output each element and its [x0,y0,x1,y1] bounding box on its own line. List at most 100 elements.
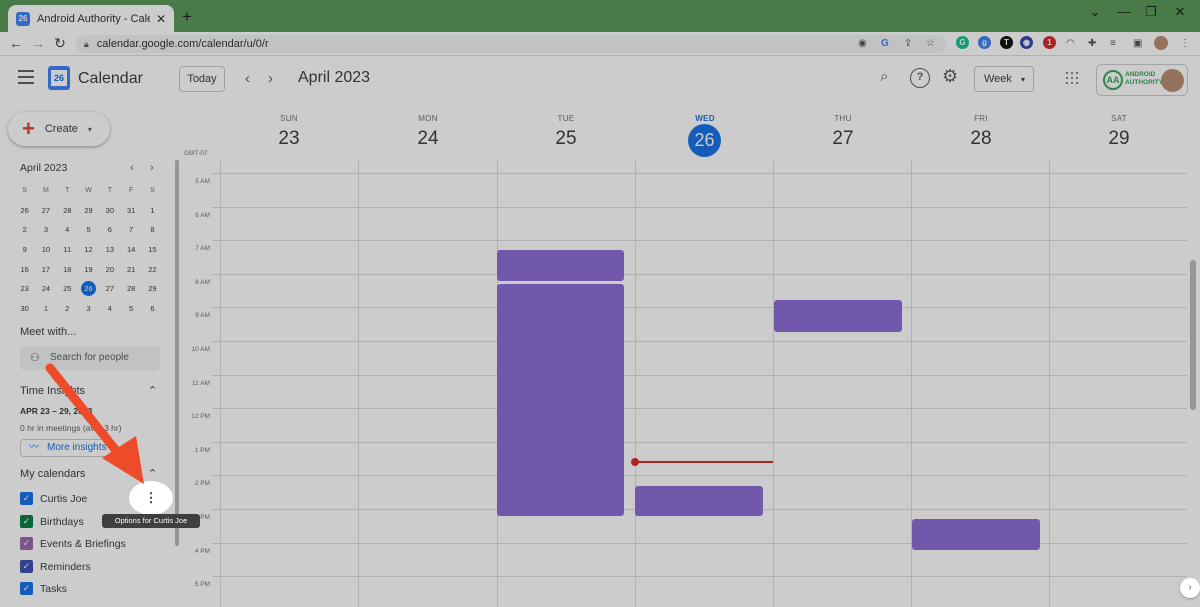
settings-gear-icon[interactable]: ⚙ [942,66,958,87]
mini-day[interactable]: 1 [142,201,163,221]
browser-menu-icon[interactable]: ⋮ [1180,38,1190,49]
checkbox-icon[interactable]: ✓ [20,537,33,550]
mini-day[interactable]: 27 [35,201,56,221]
calendar-event[interactable] [774,300,902,332]
mini-day[interactable]: 20 [99,260,120,280]
checkbox-icon[interactable]: ✓ [20,515,33,528]
mini-day[interactable]: 3 [78,299,99,319]
calendar-event[interactable] [635,486,763,516]
mini-day[interactable]: 31 [120,201,141,221]
google-icon[interactable]: G [881,38,889,49]
mini-day[interactable]: 2 [57,299,78,319]
account-switcher[interactable]: AA ANDROID AUTHORITY [1096,64,1188,96]
day-number[interactable]: 23 [249,128,329,150]
reading-list-icon[interactable]: ≡ [1110,38,1116,49]
main-menu-icon[interactable] [18,70,34,84]
mini-day[interactable]: 26 [14,201,35,221]
create-button[interactable]: + Create ▾ [8,112,110,146]
search-icon[interactable]: ⌕ [880,68,888,85]
day-number[interactable]: 29 [1079,128,1159,150]
grid-scrollbar[interactable] [1190,260,1196,410]
calendar-event[interactable] [912,519,1040,550]
calendar-logo-icon[interactable]: 26 [48,66,70,90]
mini-day[interactable]: 25 [57,279,78,299]
mini-day[interactable]: 22 [142,260,163,280]
new-tab-button[interactable]: + [182,8,192,25]
next-week-button[interactable]: › [268,70,273,87]
previous-week-button[interactable]: ‹ [245,70,250,87]
mini-day[interactable]: 30 [14,299,35,319]
today-button[interactable]: Today [179,66,225,92]
ext-red-icon[interactable]: 1 [1043,36,1056,49]
checkbox-icon[interactable]: ✓ [20,492,33,505]
ext-arc-icon[interactable]: ◠ [1066,38,1075,49]
view-selector[interactable]: Week ▾ [974,66,1034,92]
checkbox-icon[interactable]: ✓ [20,560,33,573]
mini-day[interactable]: 2 [14,220,35,240]
mini-day[interactable]: 29 [142,279,163,299]
ext-t-icon[interactable]: T [1000,36,1013,49]
tab-search-icon[interactable]: ⌄ [1083,4,1107,20]
close-tab-icon[interactable]: ✕ [156,12,166,26]
calendar-item[interactable]: ✓ Events & Briefings [20,536,130,554]
address-bar[interactable]: 🔒︎ calendar.google.com/calendar/u/0/r [76,35,946,53]
reload-icon[interactable]: ↻ [52,35,68,52]
minimize-button[interactable]: — [1112,4,1136,19]
ext-globe-icon[interactable]: ◉ [1020,36,1033,49]
week-grid[interactable] [212,160,1187,607]
day-number[interactable]: 25 [526,128,606,150]
mini-day[interactable]: 14 [120,240,141,260]
calendar-item[interactable]: ✓ Reminders [20,559,130,577]
maximize-button[interactable]: ❐ [1139,4,1163,20]
mini-day-selected[interactable]: 26 [81,281,97,297]
mini-day[interactable]: 28 [120,279,141,299]
mini-day[interactable]: 12 [78,240,99,260]
profile-avatar[interactable] [1154,36,1168,50]
day-number[interactable]: 27 [803,128,883,150]
day-number[interactable]: 26 [688,124,721,157]
mini-day[interactable]: 13 [99,240,120,260]
mini-day[interactable]: 27 [99,279,120,299]
mini-day[interactable]: 9 [14,240,35,260]
mini-prev-month-button[interactable]: ‹ [130,162,134,174]
mini-day[interactable]: 23 [14,279,35,299]
close-window-button[interactable]: ✕ [1168,4,1192,20]
day-number[interactable]: 28 [941,128,1021,150]
mini-day[interactable]: 29 [78,201,99,221]
ext-g-icon[interactable]: g [978,36,991,49]
mini-day[interactable]: 30 [99,201,120,221]
mini-day[interactable]: 21 [120,260,141,280]
mini-day[interactable]: 19 [78,260,99,280]
mini-day[interactable]: 1 [35,299,56,319]
mini-day[interactable]: 24 [35,279,56,299]
extensions-puzzle-icon[interactable]: ✚ [1088,38,1096,49]
mini-day[interactable]: 5 [120,299,141,319]
share-icon[interactable]: ⇪ [904,38,912,49]
google-apps-icon[interactable] [1066,72,1078,84]
mini-day[interactable]: 6 [142,299,163,319]
mini-day[interactable]: 6 [99,220,120,240]
mini-day[interactable]: 4 [57,220,78,240]
mini-day[interactable]: 8 [142,220,163,240]
mini-day[interactable]: 16 [14,260,35,280]
side-panel-icon[interactable]: ▣ [1133,38,1142,49]
mini-day[interactable]: 15 [142,240,163,260]
calendar-item[interactable]: ✓ Tasks [20,581,130,599]
checkbox-icon[interactable]: ✓ [20,582,33,595]
mini-day[interactable]: 7 [120,220,141,240]
forward-arrow-icon[interactable]: → [30,35,46,51]
calendar-event[interactable] [497,284,624,516]
calendar-item[interactable]: ✓ Curtis Joe [20,491,130,509]
browser-tab[interactable]: 26 Android Authority - Calendar - V ✕ [8,5,174,32]
mini-day[interactable]: 10 [35,240,56,260]
help-icon[interactable]: ? [910,68,930,88]
mini-day[interactable]: 11 [57,240,78,260]
sidebar-scrollbar[interactable] [175,160,179,546]
back-arrow-icon[interactable]: ← [8,35,24,51]
mini-day[interactable]: 3 [35,220,56,240]
mini-day[interactable]: 17 [35,260,56,280]
day-number[interactable]: 24 [388,128,468,150]
mini-day[interactable]: 26 [78,279,99,299]
mini-day[interactable]: 18 [57,260,78,280]
mini-next-month-button[interactable]: › [150,162,154,174]
